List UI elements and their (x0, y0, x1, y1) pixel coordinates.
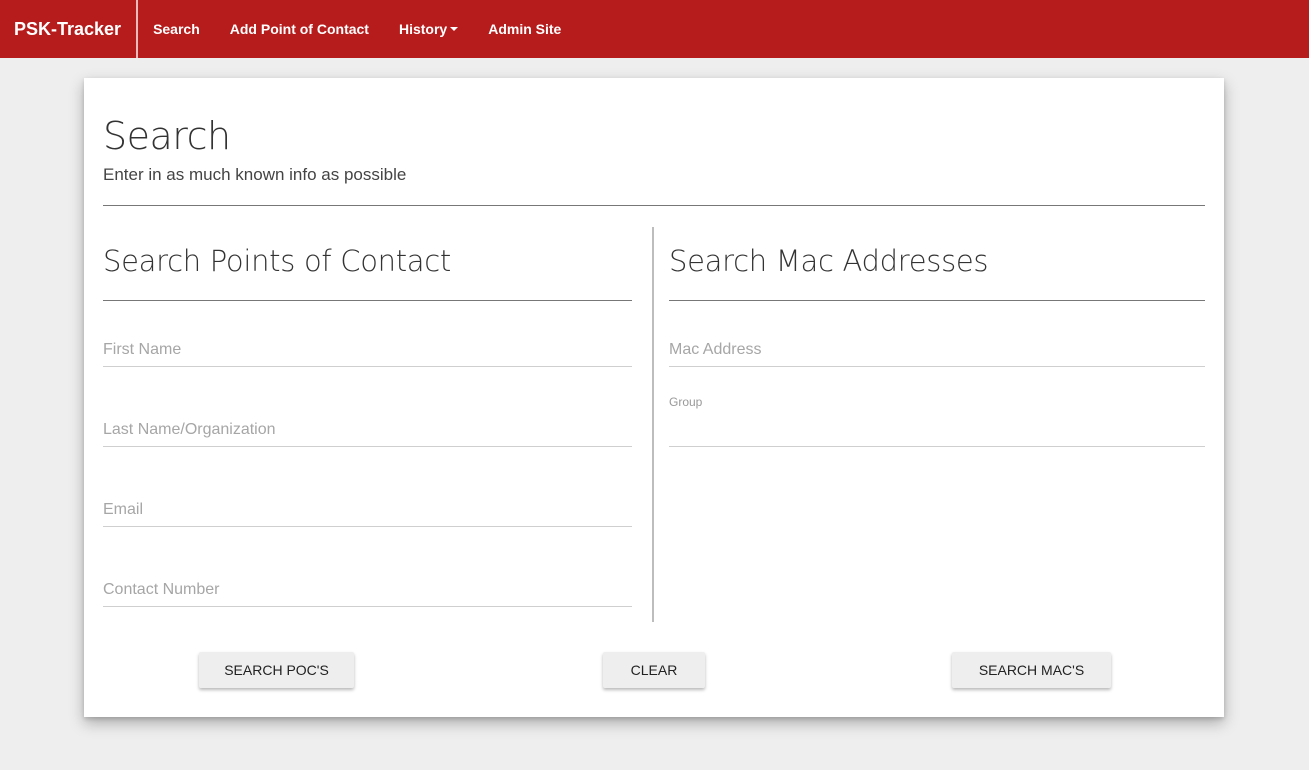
nav-history-dropdown[interactable]: History (384, 0, 473, 58)
mac-address-field (669, 327, 1205, 367)
contact-number-input[interactable] (103, 574, 632, 606)
nav-history-label: History (398, 21, 448, 37)
top-navbar: PSK-Tracker Search Add Point of Contact … (0, 0, 1309, 58)
mac-address-input[interactable] (669, 334, 1205, 366)
search-pocs-button[interactable]: SEARCH POC'S (199, 652, 354, 688)
mac-section-title: Search Mac Addresses (669, 244, 989, 278)
email-field (103, 487, 632, 527)
poc-section-title: Search Points of Contact (103, 244, 451, 278)
brand-link[interactable]: PSK-Tracker (0, 0, 139, 58)
search-card: Search Enter in as much known info as po… (84, 78, 1224, 717)
mac-section-divider (669, 300, 1205, 301)
group-input[interactable] (669, 414, 1205, 446)
email-input[interactable] (103, 494, 632, 526)
nav-add-point-of-contact[interactable]: Add Point of Contact (215, 0, 384, 58)
last-name-field (103, 407, 632, 447)
header-divider (103, 205, 1205, 206)
page-subtitle: Enter in as much known info as possible (103, 165, 407, 184)
contact-number-field (103, 567, 632, 607)
clear-button[interactable]: CLEAR (603, 652, 705, 688)
group-field (669, 407, 1205, 447)
last-name-organization-input[interactable] (103, 414, 632, 446)
poc-section-divider (103, 300, 632, 301)
caret-down-icon (450, 27, 459, 31)
search-macs-button[interactable]: SEARCH MAC'S (952, 652, 1111, 688)
page-title: Search (103, 114, 231, 158)
nav-search[interactable]: Search (138, 0, 215, 58)
column-divider (652, 227, 654, 622)
first-name-input[interactable] (103, 334, 632, 366)
nav-admin-site[interactable]: Admin Site (473, 0, 576, 58)
first-name-field (103, 327, 632, 367)
